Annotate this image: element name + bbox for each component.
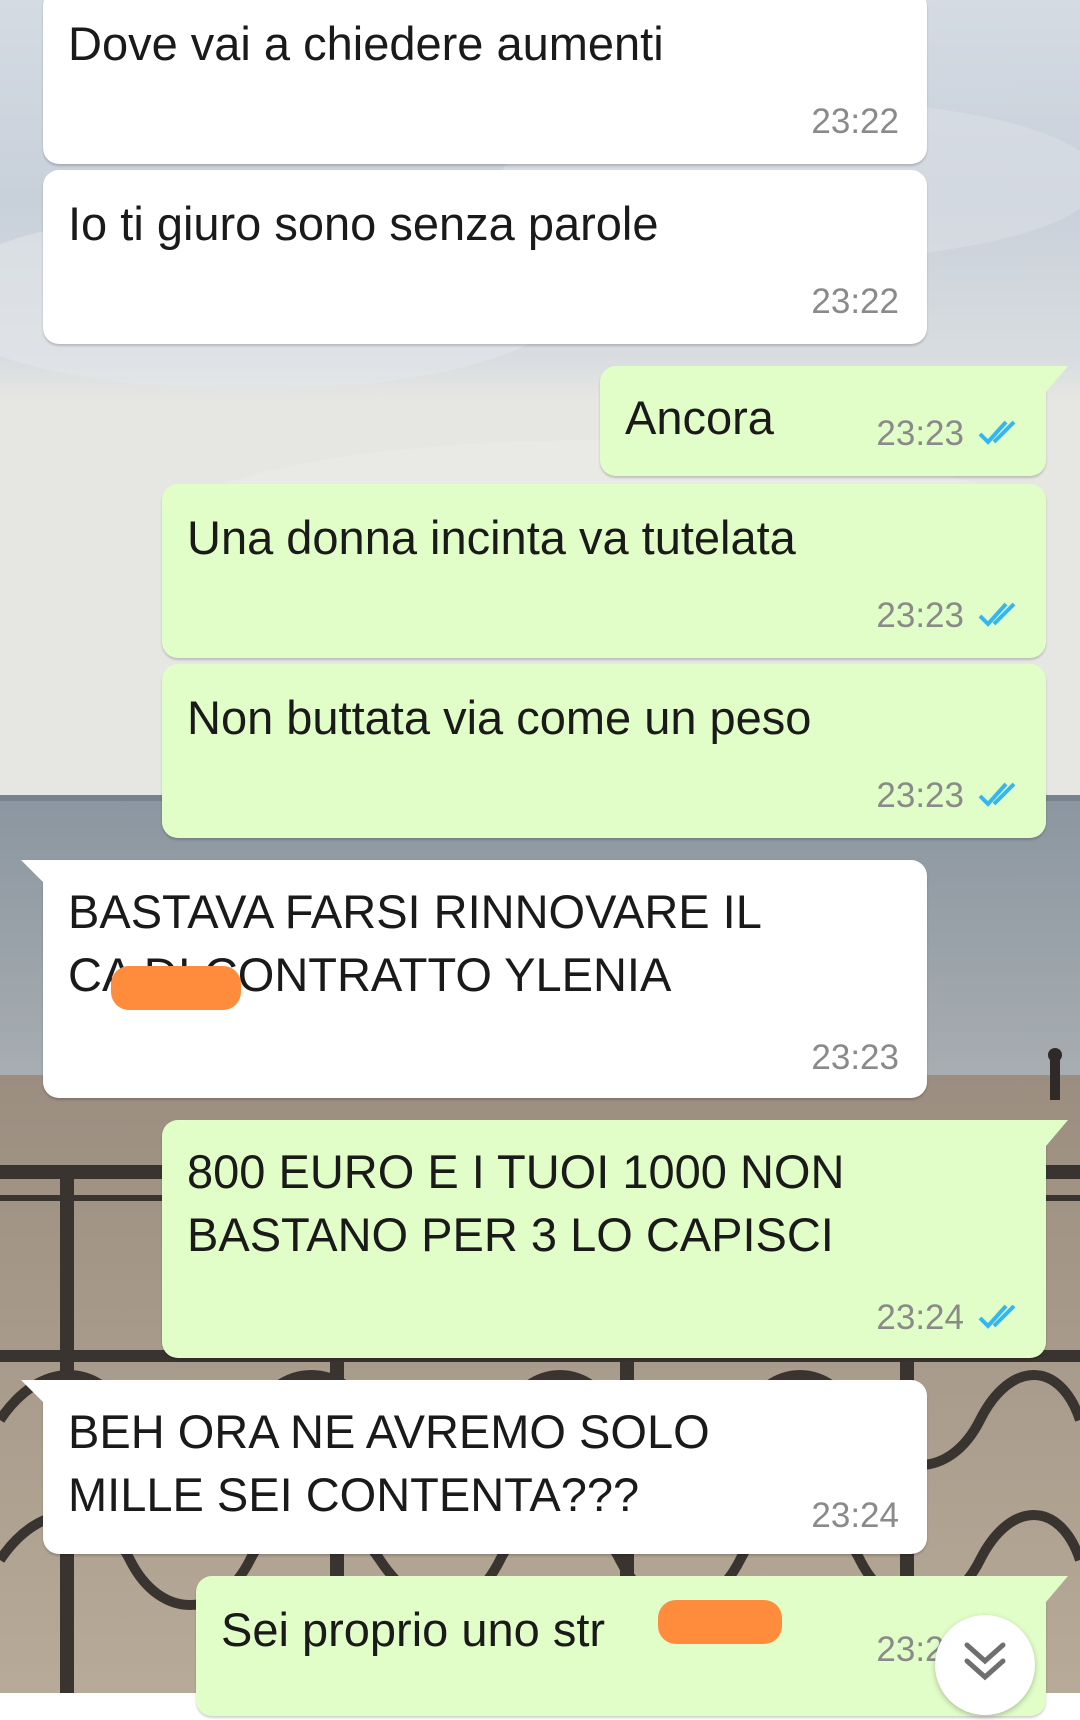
bubble-tail — [1042, 1576, 1068, 1602]
bubble-tail — [1042, 366, 1068, 392]
read-receipt-icon — [978, 420, 1016, 445]
message-time: 23:23 — [876, 776, 964, 815]
message-time: 23:23 — [811, 1038, 899, 1077]
bubble-tail — [1042, 1120, 1068, 1146]
scroll-to-bottom-button[interactable] — [935, 1615, 1035, 1715]
message-time: 23:22 — [811, 282, 899, 321]
message-text: Non buttata via come un peso — [187, 691, 812, 744]
message-text: Una donna incinta va tutelata — [187, 511, 796, 564]
message-outgoing[interactable]: Ancora 23:23 — [600, 366, 1068, 476]
bubble-tail — [21, 1380, 47, 1406]
message-outgoing[interactable]: Non buttata via come un peso 23:23 — [162, 664, 1046, 838]
bubble-tail — [21, 860, 47, 886]
message-outgoing[interactable]: 800 EURO E I TUOI 1000 NON BASTANO PER 3… — [162, 1120, 1068, 1358]
message-time: 23:24 — [811, 1496, 899, 1535]
message-outgoing[interactable]: Una donna incinta va tutelata 23:23 — [162, 484, 1046, 658]
message-text: 800 EURO E I TUOI 1000 NON BASTANO PER 3… — [187, 1145, 845, 1261]
message-outgoing[interactable]: Sei proprio uno str 23:24 — [196, 1576, 1068, 1716]
read-receipt-icon — [978, 782, 1016, 807]
redaction-mark — [658, 1600, 782, 1644]
double-chevron-down-icon — [964, 1642, 1006, 1681]
message-text: Io ti giuro sono senza parole — [68, 197, 659, 250]
message-time: 23:23 — [876, 596, 964, 635]
message-time: 23:24 — [876, 1298, 964, 1337]
read-receipt-icon — [978, 602, 1016, 627]
message-incoming[interactable]: Io ti giuro sono senza parole 23:22 — [43, 170, 927, 344]
message-text: Sei proprio uno str — [221, 1603, 606, 1656]
message-time: 23:22 — [811, 102, 899, 141]
message-incoming[interactable]: Dove vai a chiedere aumenti 23:22 — [43, 0, 927, 164]
redaction-mark — [111, 966, 241, 1010]
message-text: BEH ORA NE AVREMO SOLO MILLE SEI CONTENT… — [68, 1405, 710, 1521]
message-incoming[interactable]: BEH ORA NE AVREMO SOLO MILLE SEI CONTENT… — [21, 1380, 927, 1554]
message-text: Dove vai a chiedere aumenti — [68, 17, 664, 70]
message-text: Ancora — [625, 391, 774, 444]
read-receipt-icon — [978, 1304, 1016, 1329]
message-incoming[interactable]: BASTAVA FARSI RINNOVARE IL CA DI CONTRAT… — [21, 860, 927, 1098]
message-time: 23:23 — [876, 414, 964, 453]
